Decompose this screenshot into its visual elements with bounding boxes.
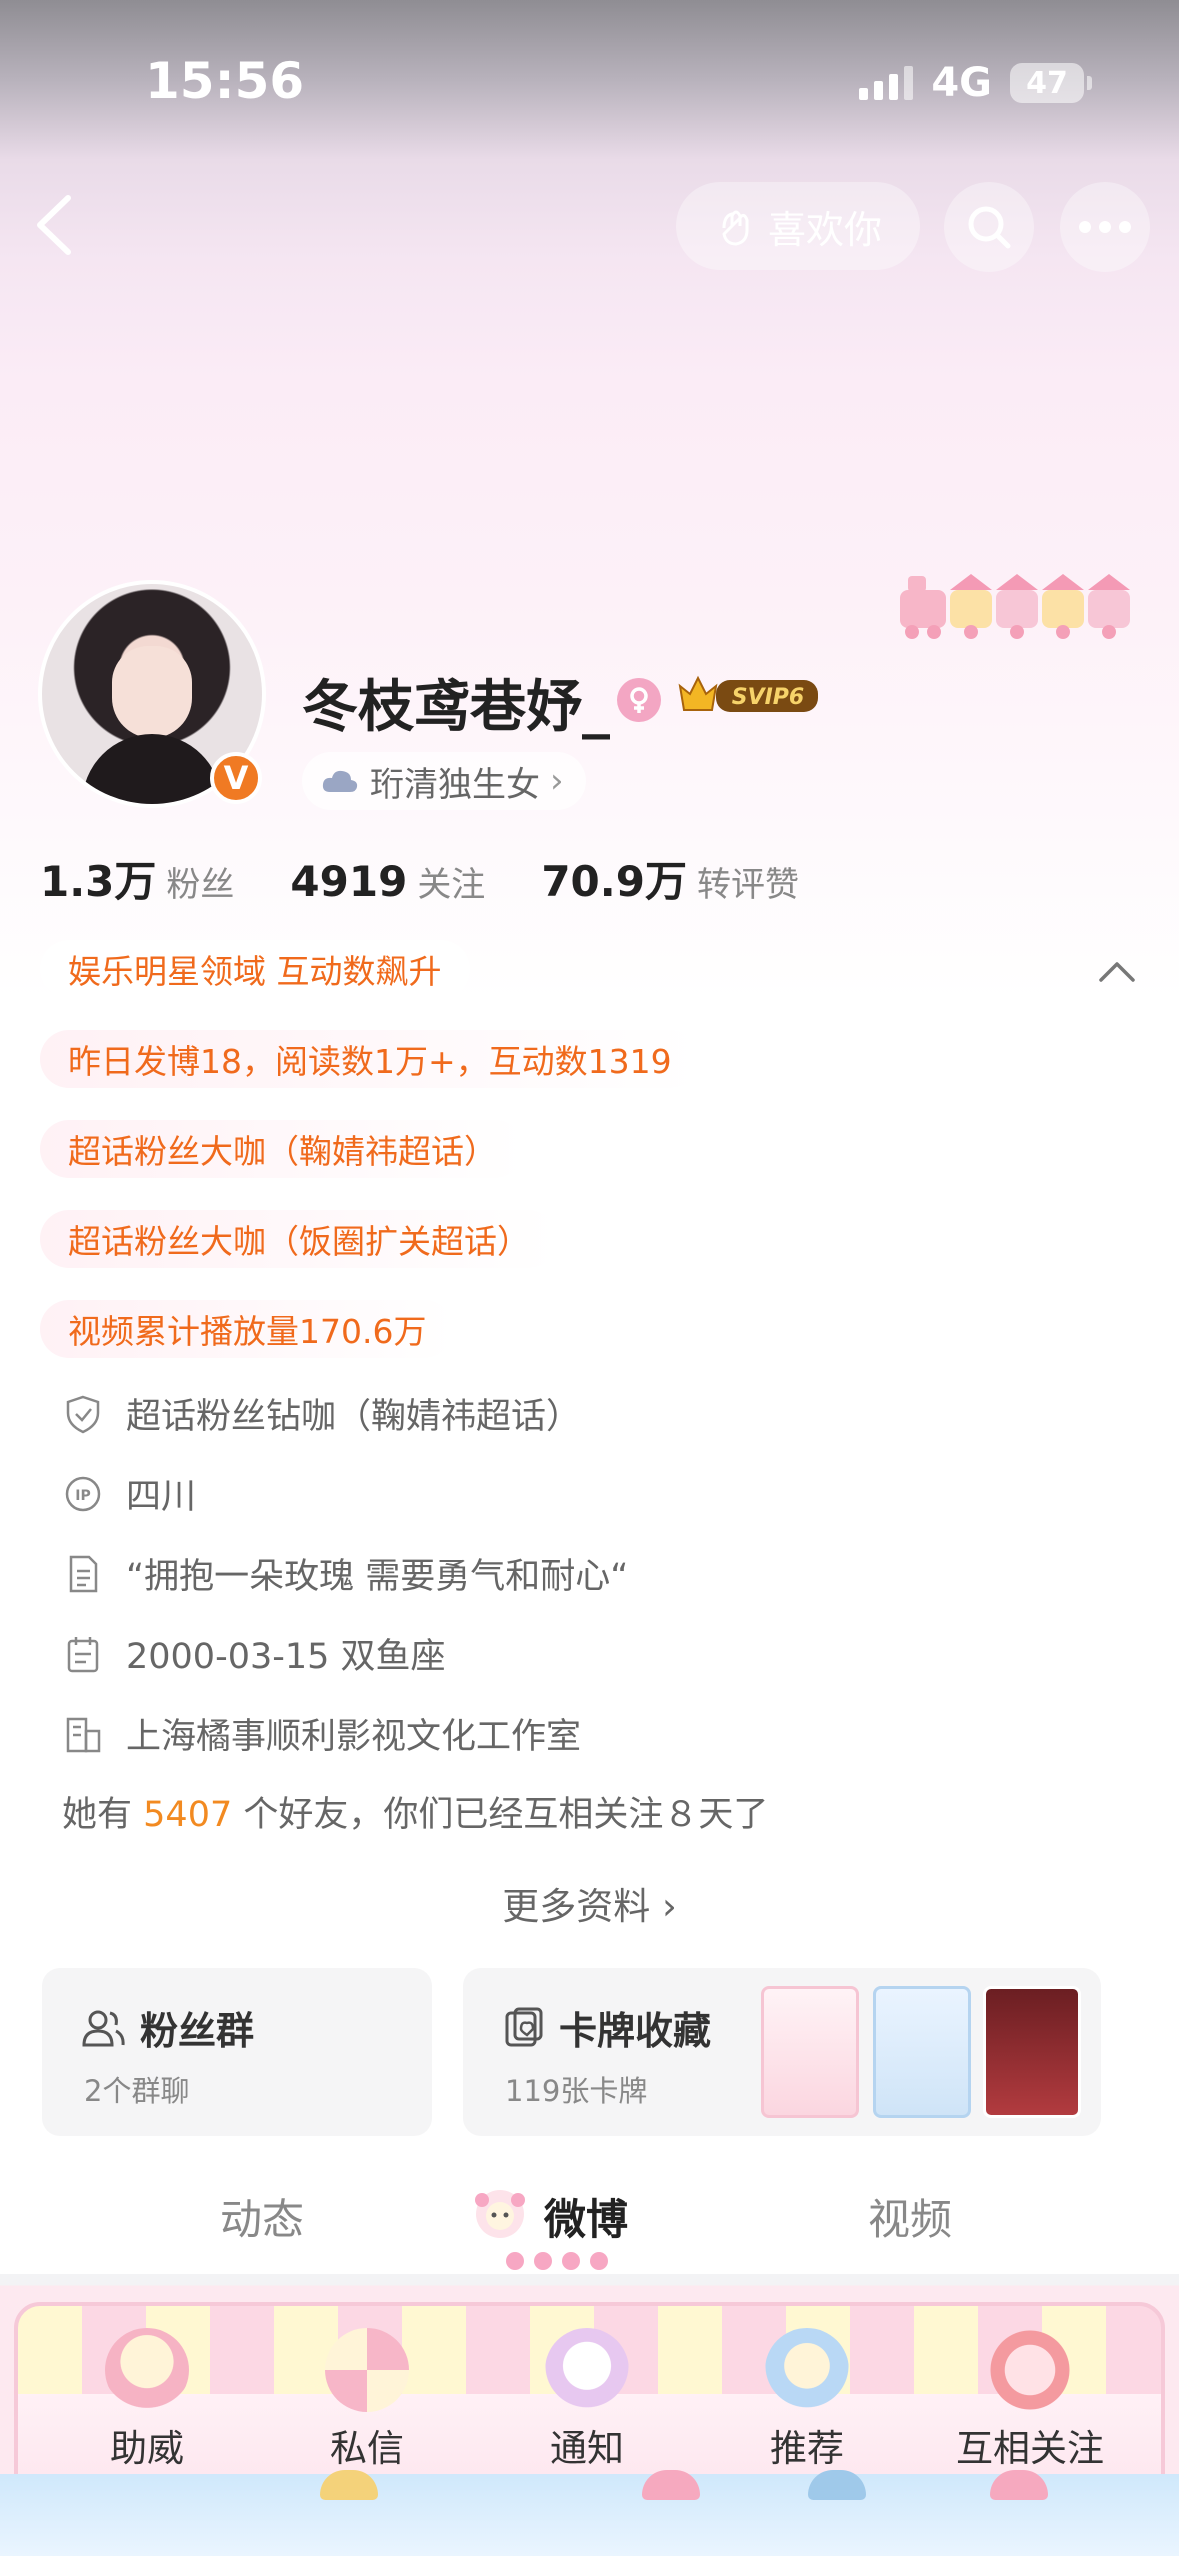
tent-icon: [325, 2328, 409, 2412]
super-topic-row[interactable]: 超话粉丝钻咖（鞠婧祎超话）: [62, 1388, 581, 1439]
status-indicators: 4G 47: [859, 60, 1092, 106]
nav-notifications[interactable]: 通知: [512, 2328, 662, 2472]
profile-stats: 1.3万 粉丝 4919 关注 70.9万 转评赞: [40, 848, 855, 909]
verified-badge: V: [210, 752, 262, 804]
nav-messages[interactable]: 私信: [292, 2328, 442, 2472]
friends-prefix: 她有: [62, 1795, 133, 1835]
cake-icon: [105, 2328, 189, 2412]
content-tabs: 动态 微博 视频: [0, 2176, 1179, 2280]
more-options-button[interactable]: [1060, 182, 1150, 272]
nav-cheer[interactable]: 助威: [72, 2328, 222, 2472]
friends-suffix: 个好友，你们已经互相关注８天了: [243, 1795, 769, 1835]
ip-location-row: IP 四川: [62, 1468, 196, 1519]
following-label[interactable]: 关注: [417, 857, 485, 906]
signal-icon: [859, 66, 914, 100]
friends-count: 5407: [143, 1795, 233, 1835]
tab-posts[interactable]: 动态: [220, 2186, 304, 2247]
back-arrow-icon[interactable]: [30, 190, 80, 260]
more-info-link[interactable]: 更多资料 ›: [0, 1876, 1179, 1930]
network-type: 4G: [931, 60, 992, 106]
hand-heart-icon: [722, 210, 749, 246]
fan-group-subtitle: 2个群聊: [84, 2074, 190, 2108]
fan-group-title: 粉丝群: [140, 2009, 255, 2053]
tab-decoration-icon: [475, 2190, 525, 2238]
nav-cheer-label: 助威: [110, 2427, 184, 2470]
card-thumbnail[interactable]: [761, 1986, 859, 2118]
document-icon: [69, 1555, 98, 1592]
card-collection-subtitle: 119张卡牌: [505, 2074, 648, 2108]
followers-count[interactable]: 1.3万: [40, 848, 156, 909]
svg-text:IP: IP: [75, 1488, 90, 1504]
chevron-right-icon: ›: [550, 761, 564, 801]
svip-badge[interactable]: SVIP6: [676, 672, 822, 718]
female-icon: [617, 678, 661, 722]
card-collection-icon: [505, 2007, 543, 2046]
like-you-label: 喜欢你: [767, 207, 882, 252]
nav-recommend[interactable]: 推荐: [732, 2328, 882, 2472]
mutual-friends-text[interactable]: 她有 5407 个好友，你们已经互相关注８天了: [62, 1786, 768, 1837]
ip-icon: IP: [65, 1476, 101, 1511]
company-row[interactable]: 上海橘事顺利影视文化工作室: [62, 1708, 581, 1759]
company-text: 上海橘事顺利影视文化工作室: [126, 1717, 582, 1757]
following-count[interactable]: 4919: [290, 857, 407, 906]
bio-row: “拥抱一朵玫瑰 需要勇气和耐心“: [62, 1548, 628, 1599]
tab-videos[interactable]: 视频: [868, 2186, 952, 2247]
achievement-chip[interactable]: 娱乐明星领域 互动数飙升: [40, 940, 470, 998]
likes-label[interactable]: 转评赞: [697, 857, 799, 906]
train-decoration-icon: [900, 574, 1130, 639]
birthday-text: 2000-03-15 双鱼座: [126, 1637, 446, 1677]
like-you-button[interactable]: 喜欢你: [676, 182, 920, 270]
battery-level: 47: [1026, 65, 1068, 101]
nav-notifications-label: 通知: [550, 2427, 624, 2470]
card-thumbnail[interactable]: [873, 1986, 971, 2118]
tab-active-indicator: [506, 2252, 608, 2270]
users-icon: [82, 2010, 125, 2046]
svip-label: SVIP6: [732, 685, 805, 710]
birthday-row: 2000-03-15 双鱼座: [62, 1628, 446, 1679]
shield-icon: [66, 1395, 100, 1433]
fan-group-card[interactable]: 粉丝群 2个群聊: [42, 1968, 432, 2136]
profile-name: 冬枝鸢巷妤_: [302, 675, 610, 740]
nav-mutual-follow-label: 互相关注: [956, 2427, 1104, 2470]
chevron-up-icon[interactable]: [1095, 950, 1139, 994]
search-button[interactable]: [944, 182, 1034, 272]
achievement-chip[interactable]: 超话粉丝大咖（鞠婧祎超话）: [40, 1120, 525, 1178]
card-collection-card[interactable]: 卡牌收藏 119张卡牌: [463, 1968, 1101, 2136]
nav-messages-label: 私信: [330, 2427, 404, 2470]
building-icon: [66, 1717, 101, 1752]
card-collection-title: 卡牌收藏: [559, 2009, 712, 2053]
status-time: 15:56: [145, 52, 305, 110]
achievement-chip[interactable]: 超话粉丝大咖（饭圈扩关超话）: [40, 1210, 558, 1268]
followers-label[interactable]: 粉丝: [166, 857, 234, 906]
card-thumbnail[interactable]: [983, 1986, 1081, 2118]
search-icon: [968, 206, 1011, 249]
peach-icon: [988, 2328, 1072, 2412]
super-topic-text: 超话粉丝钻咖（鞠婧祎超话）: [126, 1397, 582, 1437]
battery-icon: 47: [1010, 63, 1092, 103]
likes-count[interactable]: 70.9万: [541, 848, 687, 909]
tab-weibo[interactable]: 微博: [544, 2186, 628, 2247]
identity-tag-label: 珩清独生女: [370, 764, 540, 805]
calendar-icon: [67, 1636, 99, 1672]
achievement-chip[interactable]: 昨日发博18，阅读数1万+，互动数1319: [40, 1030, 700, 1088]
unicorn-icon: [545, 2328, 629, 2412]
achievement-chip[interactable]: 视频累计播放量170.6万: [40, 1300, 455, 1358]
cart-icon: [765, 2328, 849, 2412]
ip-location-text: 四川: [126, 1477, 197, 1517]
more-dots-icon: [1079, 221, 1131, 233]
nav-mutual-follow[interactable]: 互相关注: [952, 2328, 1108, 2472]
cloud-icon: [322, 770, 358, 792]
nav-recommend-label: 推荐: [770, 2427, 844, 2470]
bio-text: “拥抱一朵玫瑰 需要勇气和耐心“: [126, 1557, 629, 1597]
identity-tag[interactable]: 珩清独生女 ›: [302, 752, 586, 810]
